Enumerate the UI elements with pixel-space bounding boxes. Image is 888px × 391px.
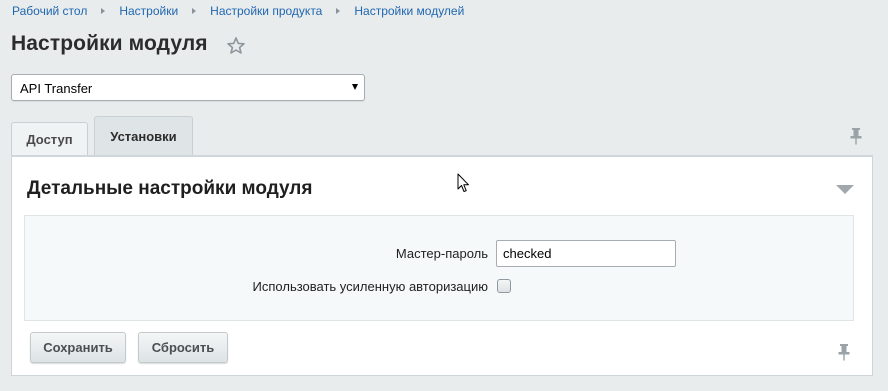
breadcrumb-separator-icon [192, 8, 197, 14]
module-select[interactable]: API Transfer [11, 74, 365, 101]
mouse-pointer-icon [457, 173, 469, 192]
strong-auth-checkbox[interactable] [497, 279, 511, 293]
breadcrumb: Рабочий стол Настройки Настройки продукт… [12, 4, 464, 18]
settings-form: Мастер-пароль Использовать усиленную авт… [24, 215, 854, 321]
tab-settings-label: Установки [110, 129, 177, 144]
save-button[interactable]: Сохранить [30, 332, 126, 363]
star-icon[interactable] [226, 36, 246, 56]
master-password-input[interactable] [496, 240, 676, 267]
breadcrumb-separator-icon [101, 8, 106, 14]
reset-button[interactable]: Сбросить [138, 332, 228, 363]
master-password-label: Мастер-пароль [395, 246, 488, 261]
pin-icon[interactable] [837, 343, 851, 361]
tab-settings[interactable]: Установки [94, 116, 193, 156]
tab-access[interactable]: Доступ [11, 122, 88, 156]
module-select-value: API Transfer [20, 81, 93, 96]
chevron-down-icon [352, 84, 358, 90]
pin-icon[interactable] [849, 127, 863, 145]
settings-panel: Детальные настройки модуля Мастер-пароль… [11, 155, 873, 376]
tab-access-label: Доступ [26, 132, 73, 147]
breadcrumb-item-settings[interactable]: Настройки [119, 4, 178, 18]
strong-auth-label: Использовать усиленную авторизацию [252, 279, 488, 294]
page-title: Настройки модуля [11, 32, 208, 55]
section-title: Детальные настройки модуля [27, 178, 313, 199]
breadcrumb-separator-icon [336, 8, 341, 14]
breadcrumb-item-module-settings[interactable]: Настройки модулей [354, 4, 464, 18]
triangle-down-icon[interactable] [836, 185, 854, 194]
breadcrumb-item-product-settings[interactable]: Настройки продукта [210, 4, 322, 18]
breadcrumb-item-desktop[interactable]: Рабочий стол [12, 4, 87, 18]
